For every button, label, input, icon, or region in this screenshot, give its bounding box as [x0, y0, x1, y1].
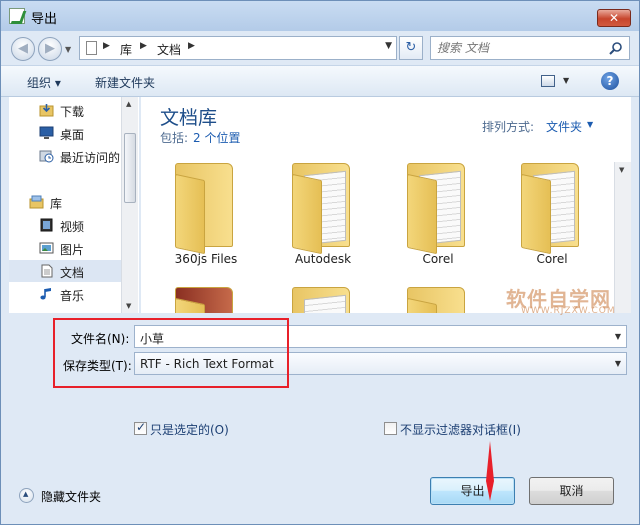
folder-name: Corel [422, 252, 454, 266]
folder-name: Corel [536, 252, 568, 266]
view-dropdown-icon[interactable]: ▼ [563, 76, 569, 85]
arrange-dropdown-icon[interactable]: ▼ [587, 120, 593, 129]
export-button[interactable]: 导出 [430, 477, 515, 505]
nav-item-libraries[interactable]: 库 [9, 191, 121, 213]
nav-item-documents[interactable]: 文档 [9, 260, 121, 282]
folder-item[interactable] [268, 279, 378, 313]
chevron-right-icon[interactable]: ▶ [140, 41, 147, 51]
library-title: 文档库 [160, 107, 218, 129]
nav-item-label: 库 [50, 197, 63, 211]
search-input[interactable] [437, 40, 597, 56]
desktop-icon [39, 126, 54, 139]
download-folder-icon [39, 104, 54, 117]
folder-item[interactable] [383, 279, 493, 313]
scroll-up-icon[interactable]: ▲ [126, 100, 131, 108]
watermark-url: WWW.RJZXW.COM [521, 306, 616, 316]
search-icon[interactable] [609, 41, 623, 55]
export-dialog: 导出 ✕ ◀ ▶ ▼ ▶ 库 ▶ 文档 ▶ ▼ ↻ 组织 ▾ 新建文件夹 ▼ ? [0, 0, 640, 525]
no-filter-dialog-option[interactable]: 不显示过滤器对话框(I) [384, 420, 544, 438]
address-bar[interactable]: ▶ 库 ▶ 文档 ▶ ▼ [79, 36, 397, 60]
nav-item-pictures[interactable]: 图片 [9, 237, 121, 259]
title-bar[interactable]: 导出 ✕ [1, 1, 639, 31]
close-button[interactable]: ✕ [597, 9, 631, 27]
filetype-dropdown-icon[interactable]: ▼ [615, 359, 621, 368]
no-filter-dialog-label[interactable]: 不显示过滤器对话框(I) [400, 421, 521, 438]
nav-item-label: 桌面 [60, 128, 85, 142]
nav-item-recent-places[interactable]: 最近访问的 [9, 145, 121, 167]
library-includes-label: 包括: [160, 131, 189, 145]
refresh-button[interactable]: ↻ [399, 36, 423, 60]
chevron-right-icon[interactable]: ▶ [188, 41, 195, 51]
videos-icon [40, 218, 53, 232]
nav-item-label: 视频 [60, 220, 85, 234]
history-dropdown-icon[interactable]: ▼ [65, 45, 71, 54]
no-filter-dialog-checkbox[interactable] [384, 422, 397, 435]
breadcrumb-libraries[interactable]: 库 [120, 41, 132, 58]
folder-name: 360js Files [174, 252, 238, 266]
nav-item-downloads[interactable]: 下载 [9, 99, 121, 121]
navigation-pane: 下载 桌面 最近访问的 库 视频 图片 文档 音乐 ▲ ▼ [9, 97, 139, 313]
help-icon[interactable]: ? [601, 72, 619, 90]
cancel-button[interactable]: 取消 [529, 477, 614, 505]
recent-places-icon [39, 150, 54, 163]
command-toolbar: 组织 ▾ 新建文件夹 ▼ ? [1, 65, 639, 97]
folder-item[interactable]: Corel [383, 155, 493, 275]
new-folder-button[interactable]: 新建文件夹 [95, 74, 155, 91]
pictures-icon [39, 242, 54, 254]
address-row: ◀ ▶ ▼ ▶ 库 ▶ 文档 ▶ ▼ ↻ [1, 31, 639, 63]
arrange-by-label: 排列方式: [482, 120, 535, 134]
content-scrollbar[interactable]: ▼ [614, 162, 631, 313]
address-dropdown-icon[interactable]: ▼ [385, 41, 392, 51]
forward-button[interactable]: ▶ [38, 37, 62, 61]
location-icon [86, 41, 97, 55]
chevron-right-icon[interactable]: ▶ [103, 41, 110, 51]
selected-only-option[interactable]: 只是选定的(O) [134, 420, 274, 438]
documents-icon [41, 264, 53, 278]
nav-item-desktop[interactable]: 桌面 [9, 122, 121, 144]
back-button[interactable]: ◀ [11, 37, 35, 61]
nav-item-label: 下载 [60, 105, 85, 119]
filename-dropdown-icon[interactable]: ▼ [615, 332, 621, 341]
music-icon [40, 288, 51, 300]
arrange-by-dropdown[interactable]: 文件夹 [546, 118, 582, 135]
breadcrumb-documents[interactable]: 文档 [157, 41, 181, 58]
dialog-title: 导出 [31, 12, 58, 27]
search-box[interactable] [430, 36, 630, 60]
view-options-icon[interactable] [541, 75, 555, 87]
nav-item-videos[interactable]: 视频 [9, 214, 121, 236]
annotation-arrow-icon [486, 441, 494, 501]
folder-name: Autodesk [294, 252, 352, 266]
nav-item-label: 文档 [60, 266, 85, 280]
nav-item-label: 最近访问的 [60, 151, 121, 165]
organize-button[interactable]: 组织 ▾ [27, 74, 61, 91]
folder-item[interactable]: 360js Files [151, 155, 261, 275]
scroll-down-icon[interactable]: ▼ [126, 302, 131, 310]
file-list-pane: 文档库 包括: 2 个位置 排列方式: 文件夹 ▼ 360js Files Au… [141, 97, 631, 313]
folder-item[interactable]: Autodesk [268, 155, 378, 275]
library-locations-link[interactable]: 2 个位置 [193, 129, 240, 146]
scroll-down-icon[interactable]: ▼ [619, 166, 624, 174]
navigation-scrollbar[interactable]: ▲ ▼ [121, 97, 138, 313]
folder-item[interactable]: Corel [497, 155, 607, 275]
hide-folders-label[interactable]: 隐藏文件夹 [41, 488, 101, 505]
nav-item-label: 图片 [60, 243, 85, 257]
nav-item-label: 音乐 [60, 289, 85, 303]
nav-item-music[interactable]: 音乐 [9, 283, 121, 305]
selected-only-checkbox[interactable] [134, 420, 147, 435]
app-icon [9, 8, 25, 24]
chevron-up-icon[interactable] [19, 488, 34, 503]
selected-only-label[interactable]: 只是选定的(O) [150, 421, 229, 438]
folder-item[interactable] [151, 279, 261, 313]
annotation-highlight-box [53, 318, 289, 388]
libraries-icon [29, 195, 44, 209]
scrollbar-thumb[interactable] [124, 133, 136, 203]
